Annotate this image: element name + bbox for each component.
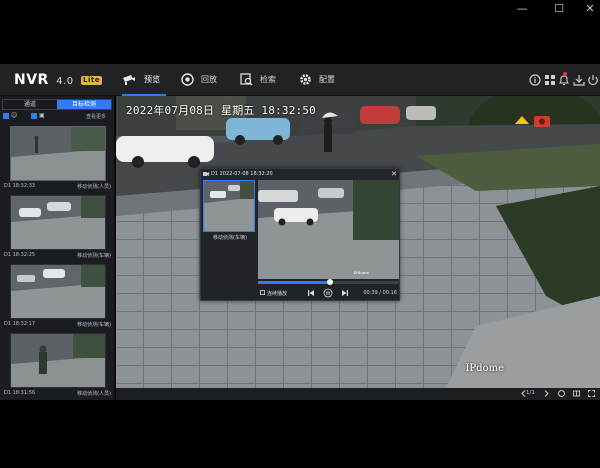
fullscreen-icon[interactable] xyxy=(587,389,596,398)
window-titlebar: — ☐ ✕ xyxy=(0,0,600,18)
status-indicators xyxy=(514,113,552,127)
playback-popup: D1 2022-07-08 18:32:20 ✕ 移动侦测(车辆) IPdome xyxy=(200,168,400,301)
event-card[interactable]: D1 18:32:33 移动侦测(人员) xyxy=(2,126,112,193)
filter-vehicle-checkbox[interactable] xyxy=(31,113,37,119)
event-card[interactable]: D1 18:32:25 移动侦测(车辆) xyxy=(2,195,112,262)
event-type: 移动侦测(车辆) xyxy=(77,253,111,259)
person-icon: ☺ xyxy=(11,112,18,119)
event-type: 移动侦测(人员) xyxy=(77,184,111,190)
tab-preview[interactable]: 预览 xyxy=(122,64,166,96)
app-logo: NVR 4.0 Lite xyxy=(14,72,102,88)
chat-icon[interactable] xyxy=(557,389,566,398)
popup-title-bar: D1 2022-07-08 18:32:20 ✕ xyxy=(201,169,399,179)
event-thumbnail[interactable] xyxy=(10,126,106,181)
info-icon[interactable] xyxy=(528,73,542,87)
tab-target-detection[interactable]: 目标检测 xyxy=(57,100,111,109)
camera-icon xyxy=(203,172,209,176)
popup-video-player[interactable]: IPdome xyxy=(258,180,399,279)
view-more-link[interactable]: 查看更多 xyxy=(86,113,106,120)
bottom-status-bar: 1/1 xyxy=(116,388,600,400)
seek-bar-progress xyxy=(258,281,330,284)
apps-icon[interactable] xyxy=(543,73,557,87)
osd-brand: IPdome xyxy=(465,363,504,374)
pause-icon[interactable] xyxy=(323,288,333,298)
event-time: D1 18:32:33 xyxy=(4,183,36,189)
playback-seek-bar[interactable] xyxy=(258,279,399,285)
playback-icon xyxy=(181,73,194,86)
power-icon[interactable] xyxy=(586,73,600,87)
download-icon[interactable] xyxy=(572,73,586,87)
popup-close-button[interactable]: ✕ xyxy=(391,169,397,179)
filter-row: ☺ ▣ 查看更多 xyxy=(2,112,112,121)
popup-title: D1 2022-07-08 18:32:20 xyxy=(211,171,273,177)
event-thumbnail[interactable] xyxy=(10,333,106,388)
popup-event-thumbnail[interactable] xyxy=(203,180,255,232)
maximize-button[interactable]: ☐ xyxy=(545,0,573,18)
event-time: D1 18:32:17 xyxy=(4,321,36,327)
sidebar-tabs: 通道 目标检测 xyxy=(2,99,112,110)
tab-playback-label: 回放 xyxy=(201,75,217,84)
popup-video-brand: IPdome xyxy=(353,270,369,275)
event-card[interactable]: D1 18:32:17 移动侦测(车辆) xyxy=(2,264,112,331)
tab-playback[interactable]: 回放 xyxy=(181,64,217,95)
event-type: 移动侦测(人员) xyxy=(77,391,111,397)
playback-duration: 00:39 / 00:16 xyxy=(363,290,397,296)
filter-person-checkbox[interactable] xyxy=(3,113,9,119)
logo-edition-badge: Lite xyxy=(81,76,102,85)
logo-version: 4.0 xyxy=(56,76,74,87)
tab-search-label: 检索 xyxy=(260,75,276,84)
motion-alert-icon xyxy=(515,116,529,124)
search-icon xyxy=(240,73,253,86)
event-time: D1 18:31:56 xyxy=(4,390,36,396)
event-time: D1 18:32:25 xyxy=(4,252,36,258)
tab-channels[interactable]: 通道 xyxy=(3,100,57,109)
event-type: 移动侦测(车辆) xyxy=(77,322,111,328)
layout-icon[interactable] xyxy=(572,389,581,398)
previous-icon[interactable] xyxy=(306,288,316,298)
app-header: NVR 4.0 Lite 预览 回放 检索 配置 xyxy=(0,64,600,96)
close-window-button[interactable]: ✕ xyxy=(576,0,600,18)
popup-thumb-label: 移动侦测(车辆) xyxy=(213,235,247,241)
event-card[interactable]: D1 18:31:56 移动侦测(人员) xyxy=(2,333,112,400)
tab-preview-label: 预览 xyxy=(144,75,160,84)
continuous-play-checkbox[interactable] xyxy=(260,290,265,295)
continuous-play-label: 连续播放 xyxy=(267,291,288,297)
vehicle-icon: ▣ xyxy=(39,112,45,119)
event-thumbnail[interactable] xyxy=(10,195,106,250)
event-sidebar: 通道 目标检测 ☺ ▣ 查看更多 D1 18:32:33 移动侦测(人员) D1… xyxy=(0,96,115,400)
osd-timestamp: 2022年07月08日 星期五 18:32:50 xyxy=(126,104,317,117)
logo-text: NVR xyxy=(14,72,49,88)
seek-knob[interactable] xyxy=(326,279,333,285)
tab-config[interactable]: 配置 xyxy=(299,64,335,95)
camera-icon xyxy=(123,74,135,85)
alarm-icon xyxy=(534,116,550,127)
tab-search[interactable]: 检索 xyxy=(240,64,276,95)
notification-dot xyxy=(563,72,567,76)
minimize-button[interactable]: — xyxy=(508,0,536,18)
tab-config-label: 配置 xyxy=(319,75,335,84)
next-icon[interactable] xyxy=(340,288,350,298)
event-thumbnail[interactable] xyxy=(10,264,106,319)
page-indicator: 1/1 xyxy=(526,390,535,396)
gear-icon xyxy=(300,74,311,85)
playback-controls: 连续播放 00:39 / 00:16 xyxy=(258,288,399,298)
chevron-right-icon[interactable] xyxy=(542,389,551,398)
